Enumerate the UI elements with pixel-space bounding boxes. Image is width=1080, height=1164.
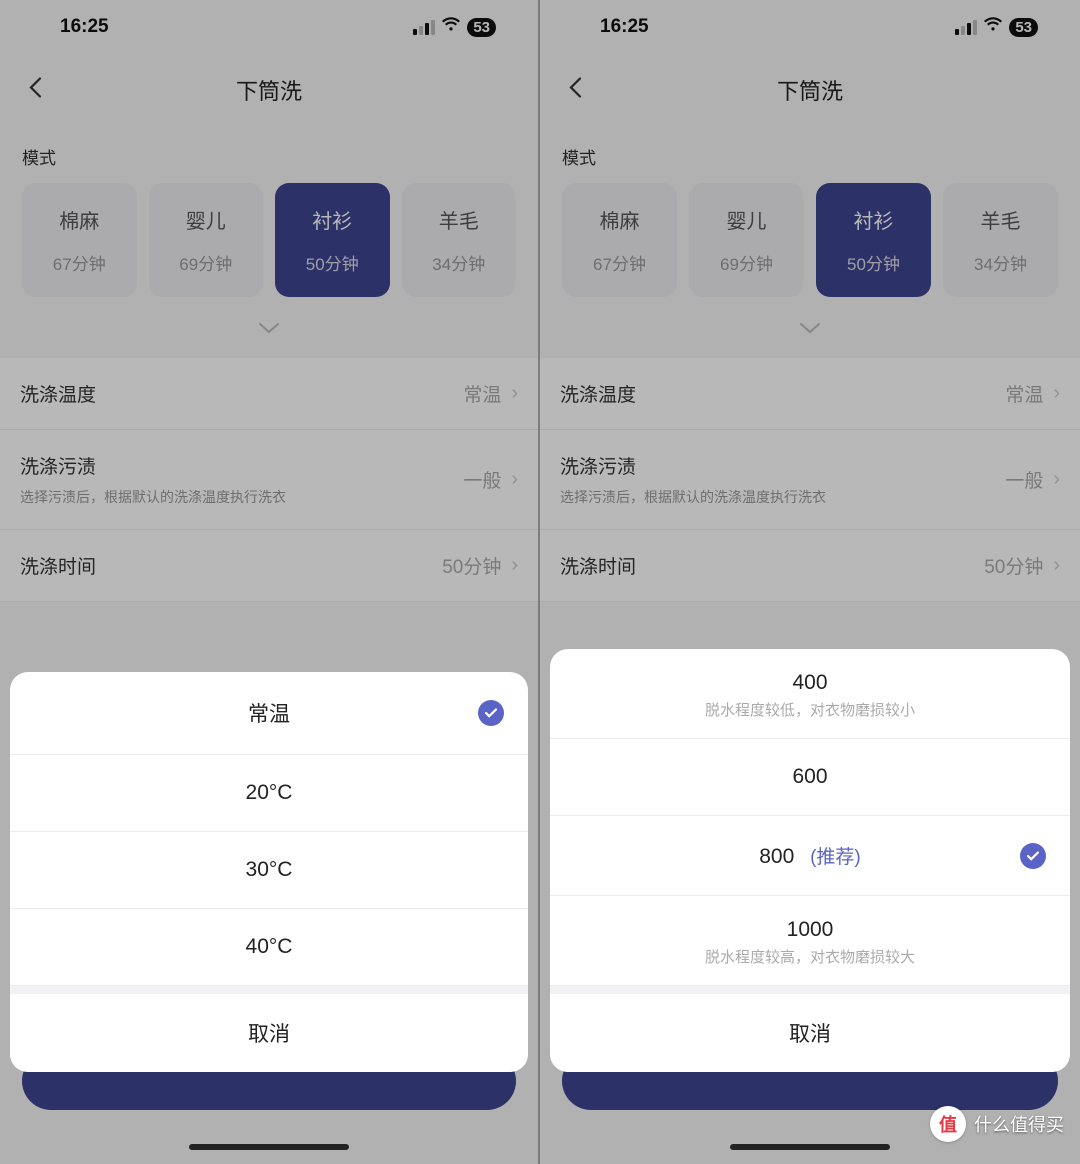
setting-wash-stain[interactable]: 洗涤污渍 选择污渍后，根据默认的洗涤温度执行洗衣 一般 › <box>0 430 538 530</box>
sheet-option-800[interactable]: 800 (推荐) <box>550 816 1070 896</box>
wifi-icon <box>983 16 1003 38</box>
mode-card-baby[interactable]: 婴儿 69分钟 <box>149 183 264 297</box>
status-bar: 16:25 53 <box>0 0 538 54</box>
setting-wash-temperature[interactable]: 洗涤温度 常温 › <box>540 358 1080 430</box>
back-button[interactable] <box>28 75 42 106</box>
setting-wash-stain[interactable]: 洗涤污渍 选择污渍后，根据默认的洗涤温度执行洗衣 一般 › <box>540 430 1080 530</box>
check-icon <box>478 700 504 726</box>
chevron-right-icon: › <box>511 554 518 577</box>
mode-section: 模式 棉麻 67分钟 婴儿 69分钟 衬衫 50分钟 羊毛 34分钟 <box>540 126 1080 358</box>
status-time: 16:25 <box>600 16 649 38</box>
expand-modes-button[interactable] <box>540 297 1080 354</box>
watermark-text: 什么值得买 <box>974 1111 1064 1137</box>
setting-wash-time[interactable]: 洗涤时间 50分钟 › <box>0 530 538 602</box>
sheet-option-400[interactable]: 400 脱水程度较低，对衣物磨损较小 <box>550 649 1070 739</box>
watermark-badge: 值 什么值得买 <box>930 1106 1064 1142</box>
mode-card-shirt[interactable]: 衬衫 50分钟 <box>816 183 931 297</box>
chevron-right-icon: › <box>511 468 518 491</box>
temperature-action-sheet: 常温 20°C 30°C 40°C 取消 <box>10 672 528 1072</box>
phone-screenshot-left: 16:25 53 下筒洗 模式 棉麻 67分钟 <box>0 0 540 1164</box>
sheet-cancel-button[interactable]: 取消 <box>10 986 528 1072</box>
setting-wash-temperature[interactable]: 洗涤温度 常温 › <box>0 358 538 430</box>
mode-card-wool[interactable]: 羊毛 34分钟 <box>402 183 517 297</box>
spin-speed-action-sheet: 400 脱水程度较低，对衣物磨损较小 600 800 (推荐) 1000 脱水程… <box>550 649 1070 1072</box>
settings-list: 洗涤温度 常温 › 洗涤污渍 选择污渍后，根据默认的洗涤温度执行洗衣 一般 › … <box>0 358 538 602</box>
sheet-option-600[interactable]: 600 <box>550 739 1070 816</box>
chevron-right-icon: › <box>1053 382 1060 405</box>
expand-modes-button[interactable] <box>0 297 538 354</box>
sheet-option-normal-temp[interactable]: 常温 <box>10 672 528 755</box>
mode-card-cotton[interactable]: 棉麻 67分钟 <box>22 183 137 297</box>
nav-bar: 下筒洗 <box>0 54 538 126</box>
back-button[interactable] <box>568 75 582 106</box>
mode-card-cotton[interactable]: 棉麻 67分钟 <box>562 183 677 297</box>
recommended-label: (推荐) <box>810 847 861 868</box>
page-title: 下筒洗 <box>777 74 843 106</box>
chevron-right-icon: › <box>1053 554 1060 577</box>
page-title: 下筒洗 <box>236 74 302 106</box>
mode-card-shirt[interactable]: 衬衫 50分钟 <box>275 183 390 297</box>
watermark-icon: 值 <box>930 1106 966 1142</box>
mode-section: 模式 棉麻 67分钟 婴儿 69分钟 衬衫 50分钟 羊毛 34分钟 <box>0 126 538 358</box>
battery-indicator: 53 <box>1009 18 1038 37</box>
chevron-right-icon: › <box>511 382 518 405</box>
mode-section-label: 模式 <box>540 144 1080 183</box>
sheet-cancel-button[interactable]: 取消 <box>550 986 1070 1072</box>
nav-bar: 下筒洗 <box>540 54 1080 126</box>
sheet-option-30c[interactable]: 30°C <box>10 832 528 909</box>
mode-card-wool[interactable]: 羊毛 34分钟 <box>943 183 1058 297</box>
mode-section-label: 模式 <box>0 144 538 183</box>
cellular-signal-icon <box>413 20 435 35</box>
setting-wash-time[interactable]: 洗涤时间 50分钟 › <box>540 530 1080 602</box>
battery-indicator: 53 <box>467 18 496 37</box>
home-indicator[interactable] <box>189 1144 349 1150</box>
chevron-right-icon: › <box>1053 468 1060 491</box>
status-time: 16:25 <box>60 16 109 38</box>
mode-card-baby[interactable]: 婴儿 69分钟 <box>689 183 804 297</box>
sheet-option-1000[interactable]: 1000 脱水程度较高，对衣物磨损较大 <box>550 896 1070 986</box>
cellular-signal-icon <box>955 20 977 35</box>
phone-screenshot-right: 16:25 53 下筒洗 模式 棉麻 67分钟 <box>540 0 1080 1164</box>
sheet-option-20c[interactable]: 20°C <box>10 755 528 832</box>
wifi-icon <box>441 16 461 38</box>
settings-list: 洗涤温度 常温 › 洗涤污渍 选择污渍后，根据默认的洗涤温度执行洗衣 一般 › … <box>540 358 1080 602</box>
check-icon <box>1020 843 1046 869</box>
sheet-option-40c[interactable]: 40°C <box>10 909 528 986</box>
home-indicator[interactable] <box>730 1144 890 1150</box>
status-bar: 16:25 53 <box>540 0 1080 54</box>
